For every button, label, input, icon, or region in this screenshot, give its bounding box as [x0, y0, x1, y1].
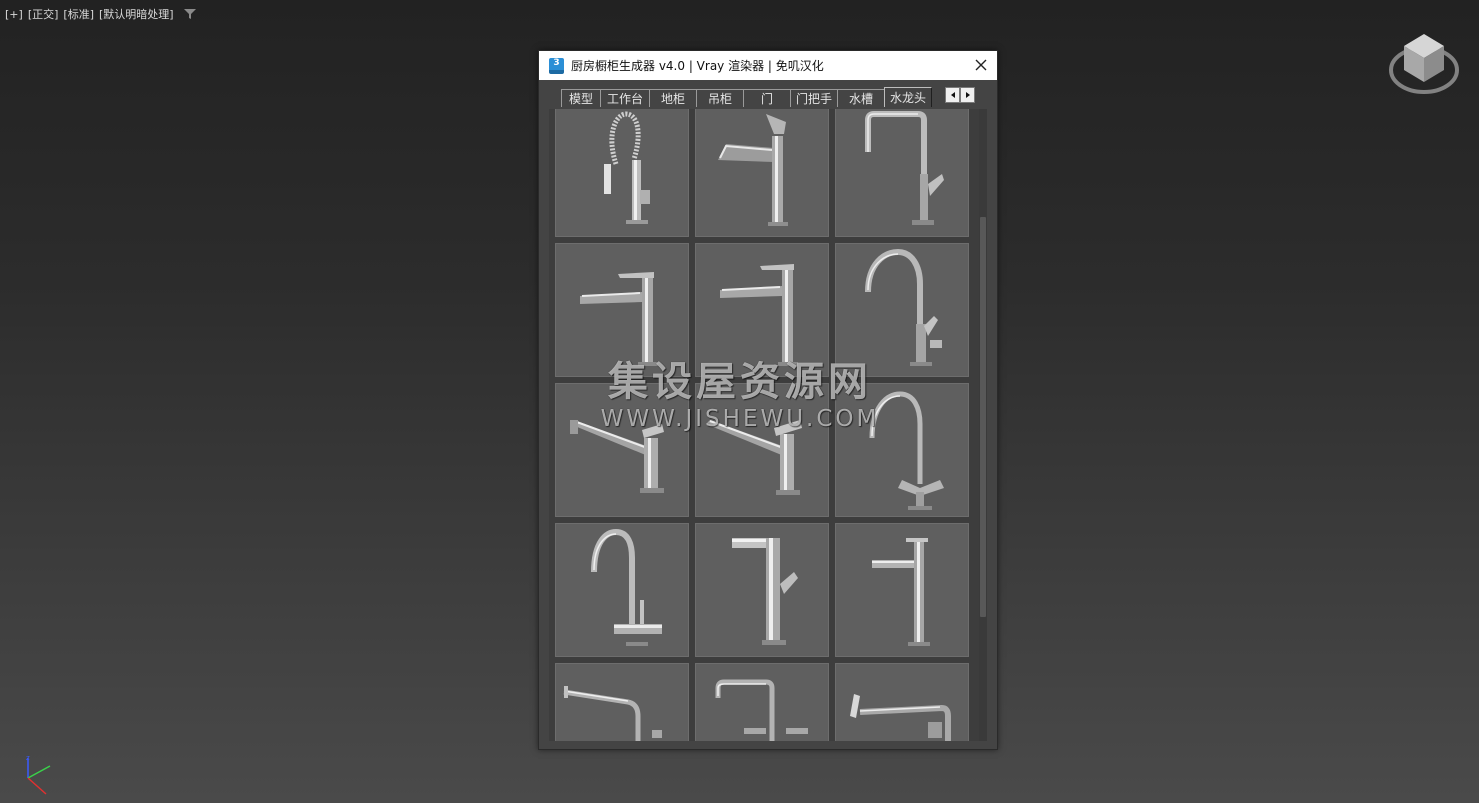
axis-tripod-icon: z	[26, 754, 51, 795]
faucet-thumbnail-7[interactable]	[555, 383, 689, 517]
viewport-shading-menu[interactable]: [默认明暗处理]	[98, 6, 175, 22]
viewport-view-menu[interactable]: [正交]	[27, 6, 60, 22]
faucet-thumbnail-5[interactable]	[695, 243, 829, 377]
faucet-grid	[555, 109, 971, 741]
viewport-plus-menu[interactable]: [+]	[4, 8, 24, 21]
faucet-thumbnail-1[interactable]	[555, 109, 689, 237]
tab-model[interactable]: 模型	[561, 89, 601, 107]
faucet-13-image	[563, 686, 662, 741]
tab-scroll-right-button[interactable]	[960, 87, 975, 103]
faucet-4-image	[580, 272, 658, 366]
close-button[interactable]	[967, 52, 995, 78]
faucet-12-image	[872, 538, 930, 646]
tab-sink[interactable]: 水槽	[837, 89, 885, 107]
faucet-thumbnail-12[interactable]	[835, 523, 969, 657]
arrow-right-icon	[965, 92, 970, 98]
faucet-9-image	[869, 391, 944, 510]
faucet-thumbnail-15[interactable]	[835, 663, 969, 741]
arrow-left-icon	[950, 92, 955, 98]
viewcube-icon[interactable]	[1388, 30, 1460, 96]
faucet-5-image	[720, 264, 798, 366]
viewport-label[interactable]: [+] [正交] [标准] [默认明暗处理]	[4, 6, 196, 22]
faucet-2-image	[718, 114, 788, 226]
faucet-15-image	[850, 694, 951, 741]
kitchen-cabinet-generator-dialog: 3 厨房橱柜生成器 v4.0 | Vray 渲染器 | 免叽汉化 模型 工作台 …	[538, 50, 998, 750]
svg-text:z: z	[26, 754, 30, 762]
tab-door[interactable]: 门	[743, 89, 791, 107]
tab-base-cabinet[interactable]: 地柜	[649, 89, 697, 107]
gallery-scrollbar-thumb[interactable]	[980, 217, 986, 617]
faucet-thumbnail-3[interactable]	[835, 109, 969, 237]
tab-scroll-buttons	[945, 87, 975, 103]
faucet-10-image	[591, 528, 662, 646]
faucet-thumbnail-8[interactable]	[695, 383, 829, 517]
faucet-thumbnail-2[interactable]	[695, 109, 829, 237]
tab-scroll-left-button[interactable]	[945, 87, 960, 103]
faucet-8-image	[706, 420, 802, 495]
faucet-thumbnail-9[interactable]	[835, 383, 969, 517]
faucet-thumbnail-6[interactable]	[835, 243, 969, 377]
faucet-thumbnail-10[interactable]	[555, 523, 689, 657]
close-icon	[975, 59, 987, 71]
faucet-thumbnail-13[interactable]	[555, 663, 689, 741]
viewport-standard-menu[interactable]: [标准]	[62, 6, 95, 22]
faucet-thumbnail-14[interactable]	[695, 663, 829, 741]
faucet-3-image	[865, 111, 944, 225]
tab-door-handle[interactable]: 门把手	[790, 89, 838, 107]
funnel-icon[interactable]	[183, 8, 196, 20]
faucet-7-image	[570, 420, 664, 493]
faucet-11-image	[732, 538, 798, 645]
tab-wall-cabinet[interactable]: 吊柜	[696, 89, 744, 107]
app-icon: 3	[549, 57, 564, 74]
tab-worktop[interactable]: 工作台	[600, 89, 650, 107]
faucet-gallery	[549, 109, 985, 741]
faucet-1-image	[604, 111, 650, 224]
faucet-14-image	[715, 679, 808, 741]
gallery-scrollbar[interactable]	[979, 109, 987, 741]
tab-faucet[interactable]: 水龙头	[884, 87, 932, 107]
faucet-6-image	[865, 248, 942, 366]
faucet-thumbnail-11[interactable]	[695, 523, 829, 657]
dialog-titlebar[interactable]: 3 厨房橱柜生成器 v4.0 | Vray 渲染器 | 免叽汉化	[539, 51, 997, 80]
faucet-thumbnail-4[interactable]	[555, 243, 689, 377]
tab-bar: 模型 工作台 地柜 吊柜 门 门把手 水槽 水龙头	[561, 87, 932, 107]
dialog-title: 厨房橱柜生成器 v4.0 | Vray 渲染器 | 免叽汉化	[571, 59, 824, 73]
